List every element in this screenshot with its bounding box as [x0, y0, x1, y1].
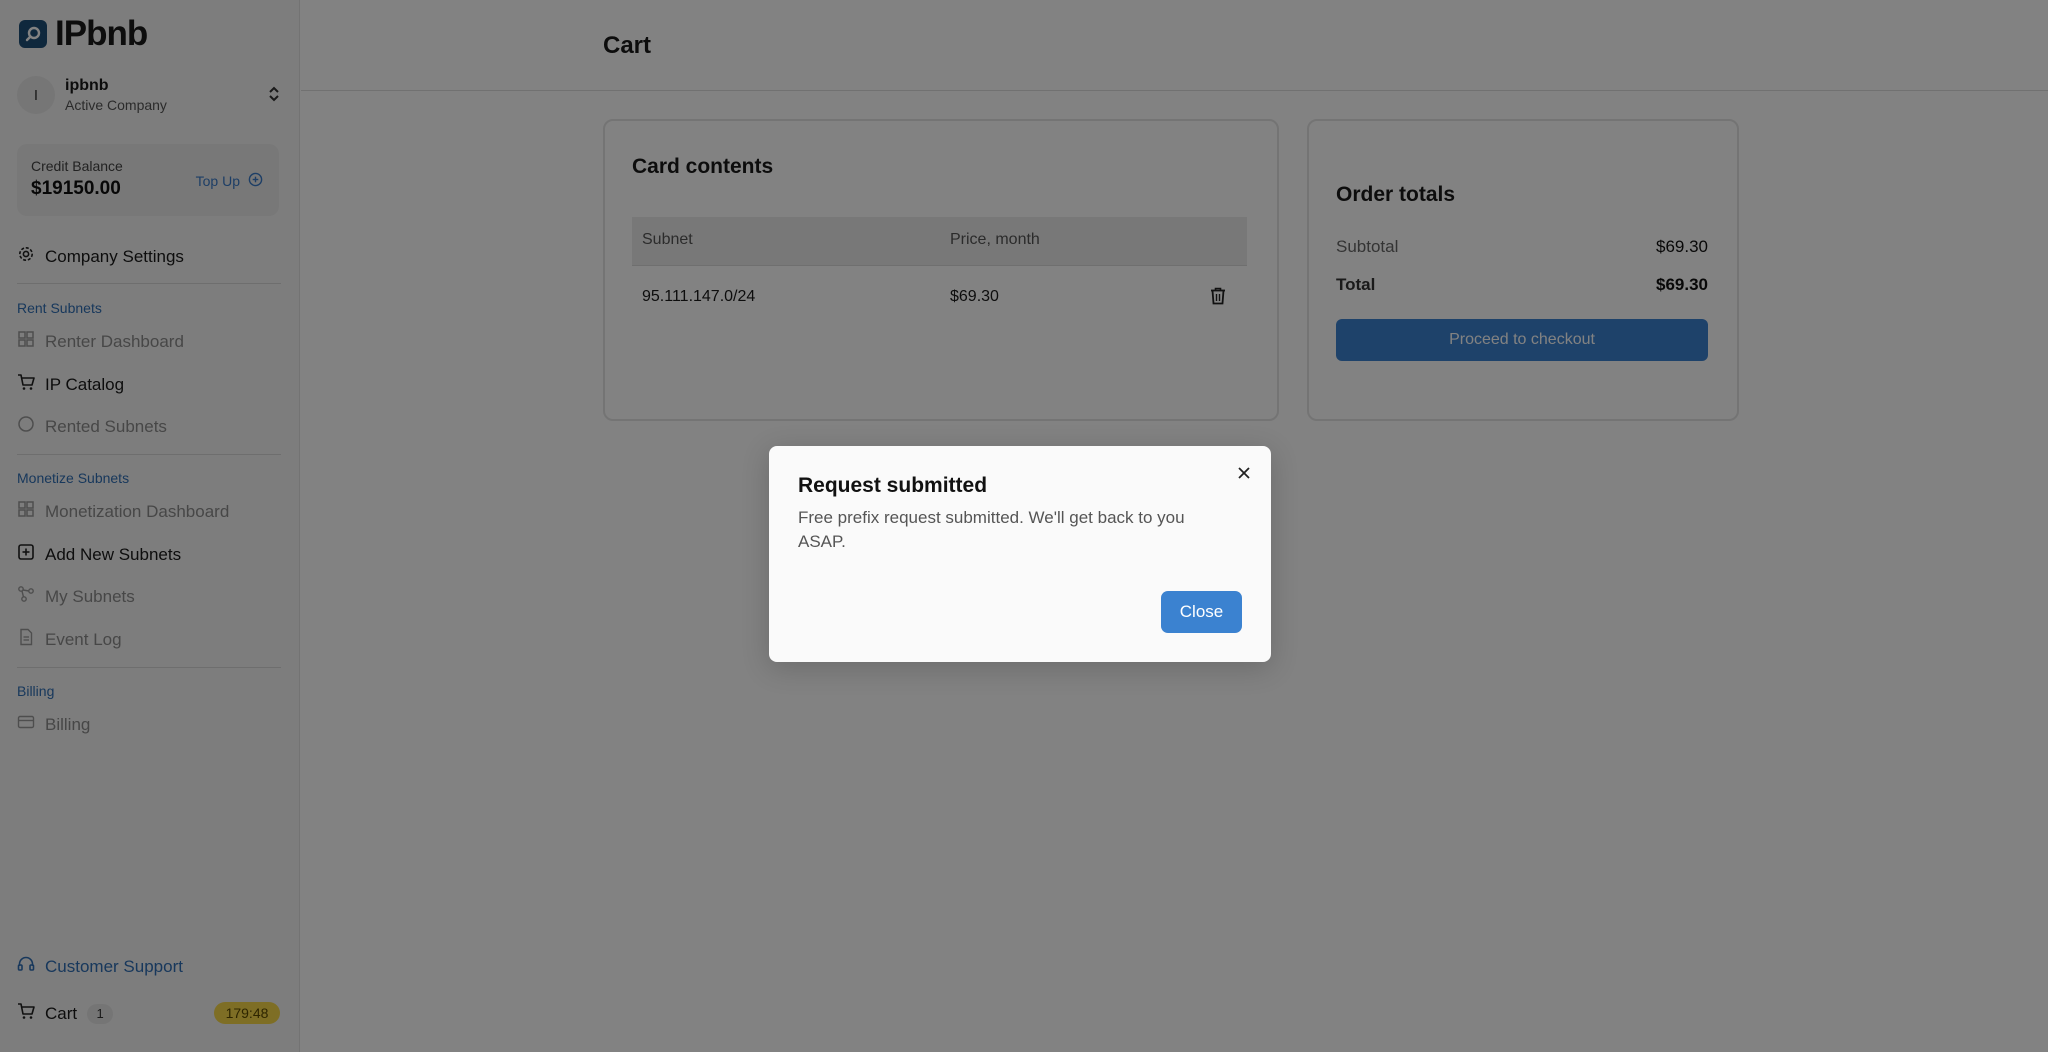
request-submitted-dialog: Request submitted Free prefix request su… [769, 446, 1271, 662]
dialog-title: Request submitted [798, 474, 988, 497]
dialog-message: Free prefix request submitted. We'll get… [798, 508, 1185, 551]
close-button[interactable]: Close [1161, 591, 1242, 633]
close-icon[interactable] [1237, 466, 1251, 485]
